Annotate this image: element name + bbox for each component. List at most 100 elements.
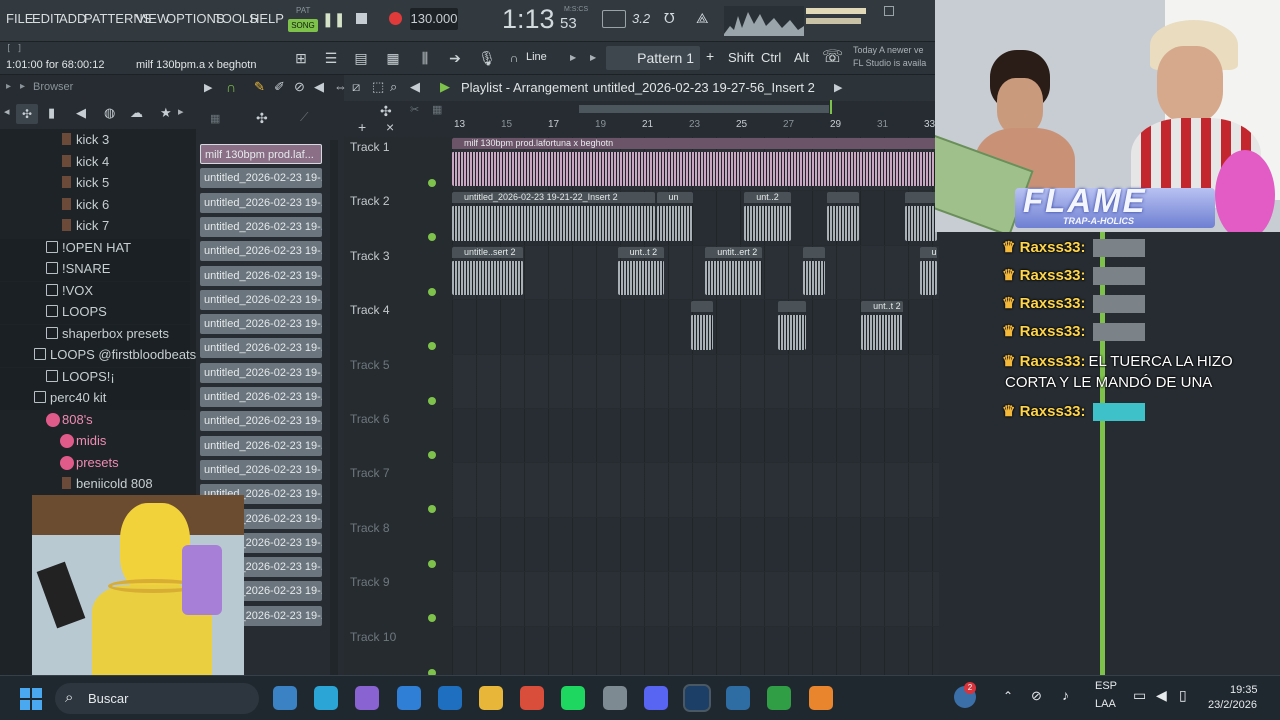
browser-item[interactable]: beniicold 808 — [0, 475, 190, 496]
channel-rack-icon[interactable]: ▤ — [350, 47, 372, 69]
display-icon[interactable]: ▭ — [1133, 687, 1146, 704]
draw-tool-icon[interactable]: ✎ — [254, 79, 265, 95]
menu-help[interactable]: HELP — [250, 11, 284, 26]
pattern-item[interactable]: untitled_2026-02-23 19-... — [200, 314, 322, 335]
browser-item[interactable]: LOOPS!¡ — [0, 367, 190, 389]
pattern-item[interactable]: untitled_2026-02-23 19-... — [200, 362, 322, 383]
track-mute-led[interactable] — [428, 614, 436, 623]
add-track-icon[interactable]: + — [358, 119, 366, 135]
slice-tool-icon[interactable]: ⧄ — [352, 79, 360, 95]
plugin-filter-icon[interactable]: ◍ — [104, 105, 115, 121]
star-filter-icon[interactable]: ★ — [160, 105, 172, 121]
fl-studio-icon[interactable] — [808, 686, 833, 710]
battery-icon[interactable]: ▯ — [1179, 687, 1187, 704]
pattern-item[interactable]: untitled_2026-02-23 19-... — [200, 192, 322, 213]
audio-clip[interactable] — [904, 192, 937, 241]
select-tool-icon[interactable]: ⬚ — [372, 79, 384, 95]
pattern-item[interactable]: untitled_2026-02-23 19-... — [200, 289, 322, 310]
track-mute-led[interactable] — [428, 396, 436, 405]
song-mode-button[interactable]: SONG — [288, 19, 318, 32]
folder-icon[interactable] — [479, 686, 503, 710]
menu-file[interactable]: FILE — [6, 11, 33, 26]
metronome-icon[interactable]: ℧ — [664, 10, 675, 27]
track-mute-led[interactable] — [428, 342, 436, 351]
typing-keyboard-icon[interactable] — [602, 10, 626, 28]
snap-selector[interactable]: Line — [526, 51, 547, 63]
tray-chevron-icon[interactable]: ⌃ — [1003, 689, 1013, 703]
audio-clip[interactable] — [802, 246, 825, 296]
pattern-item[interactable]: untitled_2026-02-23 19-... — [200, 338, 322, 359]
pattern-item[interactable]: untitled_2026-02-23 19-... — [200, 216, 322, 237]
browser-item[interactable]: perc40 kit — [0, 389, 190, 410]
track-mute-led[interactable] — [428, 287, 436, 296]
pattern-item[interactable]: untitled_2026-02-23 19-... — [200, 411, 322, 432]
discord-icon[interactable] — [643, 686, 668, 710]
track-header[interactable]: Track 8 — [350, 521, 450, 535]
pattern-item[interactable]: untitled_2026-02-23 19-... — [200, 459, 322, 480]
record-icon[interactable] — [389, 12, 402, 25]
playlist-play-icon[interactable]: ▶ — [440, 79, 450, 95]
playlist-arrangement-name[interactable]: untitled_2026-02-23 19-27-56_Insert 2 — [593, 80, 815, 95]
close-track-icon[interactable]: × — [386, 119, 394, 135]
track-lane[interactable] — [452, 354, 939, 408]
browser-item[interactable]: shaperbox presets — [0, 324, 190, 346]
browser-item[interactable]: !SNARE — [0, 260, 190, 281]
photos-icon[interactable] — [726, 686, 751, 710]
piano-roll-icon[interactable]: ▦ — [382, 47, 404, 69]
menu-add[interactable]: ADD — [59, 11, 86, 26]
pat-mode-label[interactable]: PAT — [296, 6, 310, 15]
stop-icon[interactable] — [356, 13, 367, 24]
browser-item[interactable]: kick 5 — [0, 174, 190, 195]
picker-scrollbar[interactable] — [330, 140, 338, 675]
track-mute-led[interactable] — [428, 451, 436, 459]
pattern-item[interactable]: untitled_2026-02-23 19-... — [200, 241, 322, 262]
project-filter-icon[interactable]: ▮ — [48, 105, 55, 121]
menu-edit[interactable]: EDIT — [32, 11, 62, 26]
playlist-scrollbar-h[interactable] — [579, 105, 829, 113]
audio-clip[interactable] — [690, 301, 713, 350]
delete-tool-icon[interactable]: ⊘ — [294, 79, 305, 95]
browser-item[interactable]: kick 3 — [0, 131, 190, 152]
arrangement-next-icon[interactable]: ▶ — [834, 81, 842, 94]
mute-tool-icon[interactable]: ◀ — [314, 79, 324, 95]
mic-tray-icon[interactable]: ♪ — [1062, 687, 1069, 703]
shift-key[interactable]: Shift — [728, 50, 754, 65]
pattern-item[interactable]: untitled_2026-02-23 19-... — [200, 435, 322, 456]
taskbar-date[interactable]: 23/2/2026 — [1208, 699, 1257, 711]
taskbar-time[interactable]: 19:35 — [1230, 684, 1258, 696]
steam-icon[interactable] — [683, 684, 711, 712]
xbox-icon[interactable] — [767, 686, 792, 710]
browser-expand-icon[interactable]: ▸ — [6, 81, 11, 92]
language-bottom[interactable]: LAA — [1095, 698, 1116, 710]
window-restore-icon[interactable] — [884, 6, 894, 16]
browser-item[interactable]: 808's — [0, 410, 190, 432]
audio-clip[interactable]: untit..ert 2 — [705, 246, 762, 296]
outlook-icon[interactable] — [437, 686, 462, 710]
browser-item[interactable]: kick 7 — [0, 217, 190, 238]
browser-item[interactable]: kick 6 — [0, 195, 190, 217]
settings-icon[interactable] — [602, 686, 627, 710]
pattern-item[interactable]: untitled_2026-02-23 19-... — [200, 265, 322, 286]
track-header[interactable]: Track 9 — [350, 575, 450, 589]
news-line-1[interactable]: Today A newer ve — [853, 45, 924, 55]
audio-clip[interactable]: un — [656, 192, 694, 241]
chrome-icon[interactable] — [520, 686, 545, 710]
audio-clip[interactable]: unt..t 2 — [919, 246, 937, 296]
news-icon[interactable]: ☏ — [822, 47, 843, 67]
browser-item[interactable]: !VOX — [0, 281, 190, 303]
track-header[interactable]: Track 10 — [350, 630, 450, 644]
browser-item[interactable]: LOOPS @firstbloodbeats — [0, 346, 196, 367]
edge-icon[interactable] — [314, 686, 339, 710]
zoom-tool-icon[interactable]: ⌕ — [390, 79, 397, 95]
wait-input-icon[interactable]: ⟁ — [696, 10, 709, 27]
snap-icon[interactable]: ⊞ — [290, 47, 312, 69]
file-explorer-icon[interactable] — [273, 686, 297, 710]
browser-item[interactable]: midis — [0, 432, 190, 453]
audio-clip[interactable]: unt..2 — [744, 192, 791, 241]
bars-indicator[interactable]: 3.2 — [632, 11, 650, 26]
playlist-options-icon[interactable]: ▶ — [204, 81, 212, 94]
news-line-2[interactable]: FL Studio is availa — [853, 58, 926, 68]
menu-view[interactable]: VIEW — [136, 11, 169, 26]
language-top[interactable]: ESP — [1095, 680, 1117, 692]
playlist-headphone-icon[interactable]: ∩ — [226, 79, 236, 95]
